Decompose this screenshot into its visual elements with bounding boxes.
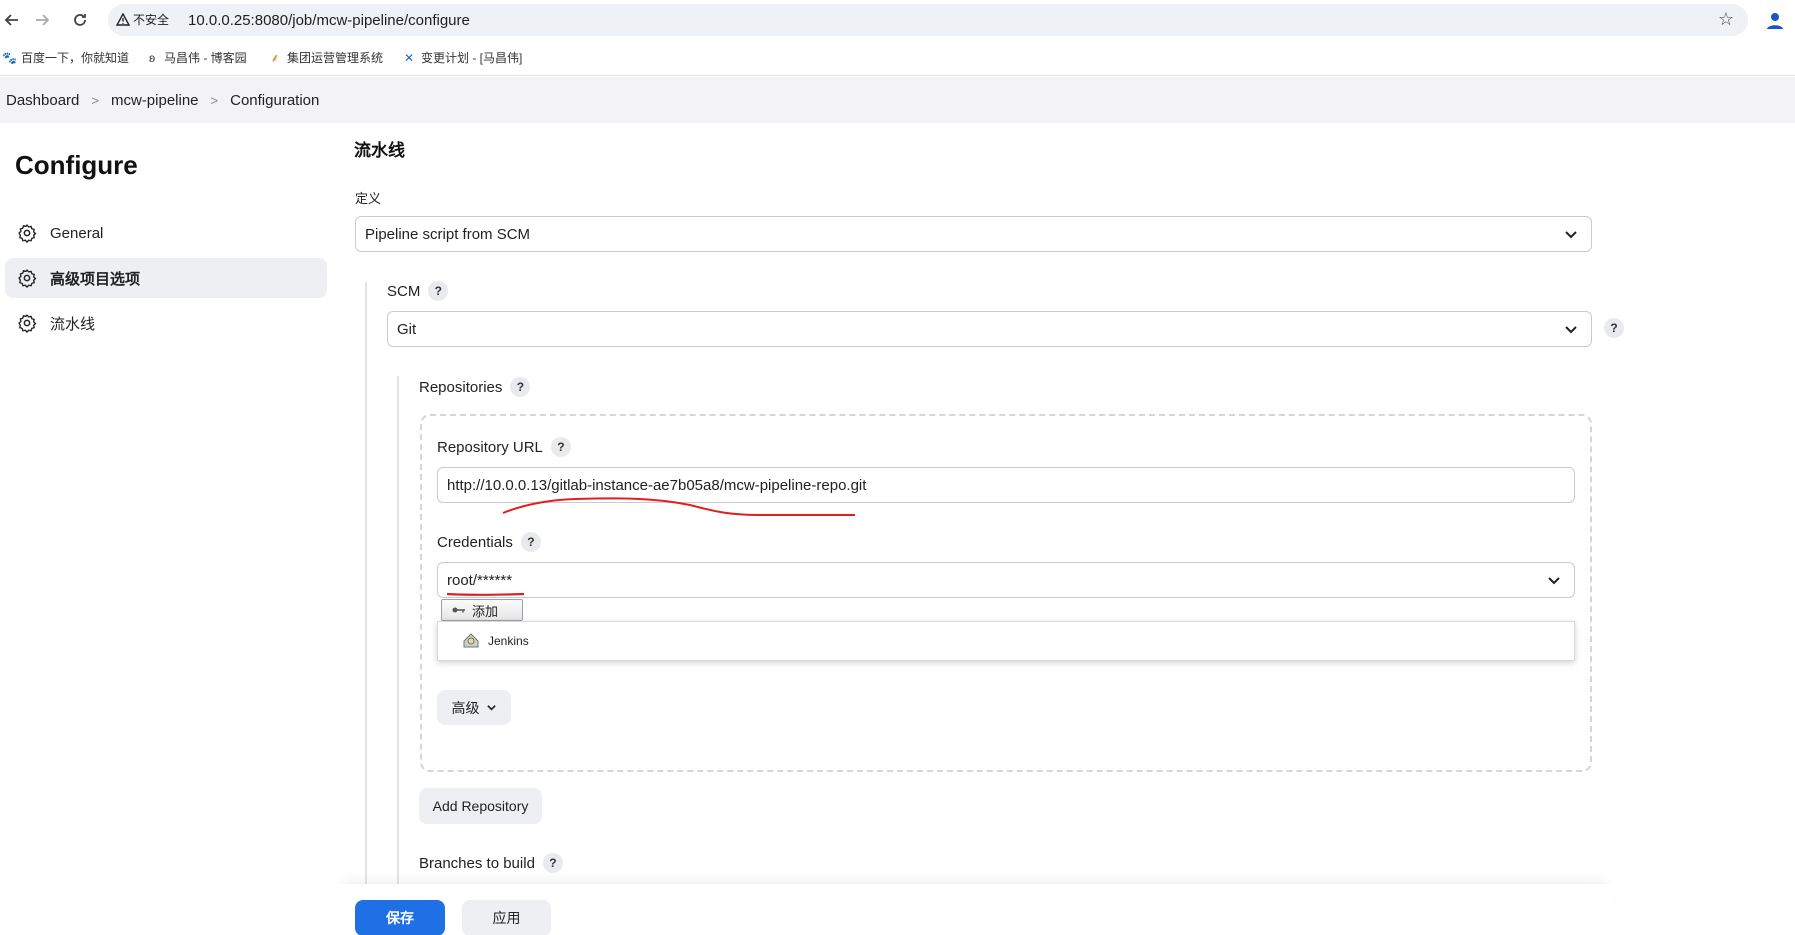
nesting-line bbox=[365, 282, 367, 885]
confluence-icon: ✕ bbox=[403, 50, 415, 65]
gear-icon bbox=[16, 222, 38, 244]
chevron-right-icon: > bbox=[91, 92, 99, 108]
section-title: 流水线 bbox=[354, 141, 405, 160]
dropdown-item-jenkins[interactable]: Jenkins bbox=[488, 634, 529, 648]
gear-icon bbox=[16, 312, 38, 334]
breadcrumb-dashboard[interactable]: Dashboard bbox=[6, 92, 79, 109]
jenkins-icon bbox=[462, 631, 480, 652]
bookmark-item[interactable]: ⸙ 集团运营管理系统 bbox=[268, 49, 383, 66]
gear-icon bbox=[16, 267, 38, 289]
save-button[interactable]: 保存 bbox=[355, 900, 445, 935]
warning-icon bbox=[116, 12, 130, 26]
chevron-down-icon bbox=[1565, 326, 1577, 334]
bookmark-item[interactable]: ʚ 马昌伟 - 博客园 bbox=[145, 49, 247, 66]
advanced-button[interactable]: 高级 bbox=[437, 690, 511, 725]
scm-label: SCM ? bbox=[387, 281, 449, 301]
profile-icon[interactable] bbox=[1763, 8, 1787, 32]
help-icon[interactable]: ? bbox=[542, 853, 563, 873]
sidebar-item-pipeline[interactable]: 流水线 bbox=[5, 303, 327, 343]
forward-icon[interactable] bbox=[30, 8, 54, 32]
key-icon bbox=[452, 607, 465, 613]
repositories-label: Repositories ? bbox=[419, 377, 531, 397]
apply-button[interactable]: 应用 bbox=[462, 900, 551, 935]
cnblogs-icon: ʚ bbox=[148, 50, 156, 65]
definition-label: 定义 bbox=[355, 191, 382, 206]
bookmarks-bar: 🐾 百度一下，你就知道 ʚ 马昌伟 - 博客园 ⸙ 集团运营管理系统 ✕ 变更计… bbox=[0, 40, 1795, 76]
repo-url-input[interactable]: http://10.0.0.13/gitlab-instance-ae7b05a… bbox=[437, 467, 1575, 503]
help-icon[interactable]: ? bbox=[428, 281, 449, 301]
help-icon[interactable]: ? bbox=[520, 532, 541, 552]
definition-select[interactable]: Pipeline script from SCM bbox=[355, 216, 1592, 252]
add-credentials-button[interactable]: 添加 bbox=[441, 599, 523, 621]
baidu-icon: 🐾 bbox=[2, 50, 17, 65]
ops-icon: ⸙ bbox=[270, 51, 280, 65]
chevron-down-icon bbox=[486, 705, 496, 711]
help-icon[interactable]: ? bbox=[1604, 318, 1624, 338]
chevron-right-icon: > bbox=[210, 92, 219, 108]
add-repository-button[interactable]: Add Repository bbox=[419, 788, 542, 824]
url-text[interactable]: 10.0.0.25:8080/job/mcw-pipeline/configur… bbox=[188, 12, 470, 29]
sidebar-item-label: General bbox=[50, 224, 104, 242]
repo-url-label: Repository URL ? bbox=[437, 437, 571, 457]
add-credentials-dropdown: Jenkins bbox=[437, 621, 1575, 661]
chevron-down-icon bbox=[1548, 577, 1560, 585]
credentials-select[interactable]: root/****** bbox=[437, 562, 1575, 598]
sidebar-item-advanced[interactable]: 高级项目选项 bbox=[5, 258, 327, 298]
sidebar-item-general[interactable]: General bbox=[5, 213, 327, 253]
back-icon[interactable] bbox=[0, 8, 24, 32]
nesting-line bbox=[397, 376, 399, 885]
breadcrumb: Dashboard > mcw-pipeline > Configuration bbox=[0, 77, 1795, 123]
page-title: Configure bbox=[15, 150, 138, 180]
help-icon[interactable]: ? bbox=[550, 437, 571, 457]
credentials-label: Credentials ? bbox=[437, 532, 541, 552]
bookmark-star-icon[interactable]: ☆ bbox=[1718, 9, 1734, 30]
reload-icon[interactable] bbox=[68, 8, 92, 32]
bookmark-item[interactable]: ✕ 变更计划 - [马昌伟] bbox=[402, 49, 522, 66]
chevron-down-icon bbox=[1565, 231, 1577, 239]
security-indicator[interactable]: 不安全 bbox=[116, 11, 169, 28]
scm-select[interactable]: Git bbox=[387, 311, 1592, 347]
breadcrumb-configuration[interactable]: Configuration bbox=[230, 92, 319, 109]
address-bar[interactable]: 不安全 10.0.0.25:8080/job/mcw-pipeline/conf… bbox=[108, 4, 1748, 36]
sidebar-item-label: 流水线 bbox=[50, 315, 96, 333]
help-icon[interactable]: ? bbox=[510, 377, 531, 397]
sidebar-item-label: 高级项目选项 bbox=[50, 270, 141, 288]
breadcrumb-job[interactable]: mcw-pipeline bbox=[111, 92, 199, 109]
security-label: 不安全 bbox=[133, 13, 170, 27]
browser-toolbar: 不安全 10.0.0.25:8080/job/mcw-pipeline/conf… bbox=[0, 0, 1795, 40]
bookmark-item[interactable]: 🐾 百度一下，你就知道 bbox=[2, 49, 129, 66]
branches-label: Branches to build ? bbox=[419, 853, 563, 873]
